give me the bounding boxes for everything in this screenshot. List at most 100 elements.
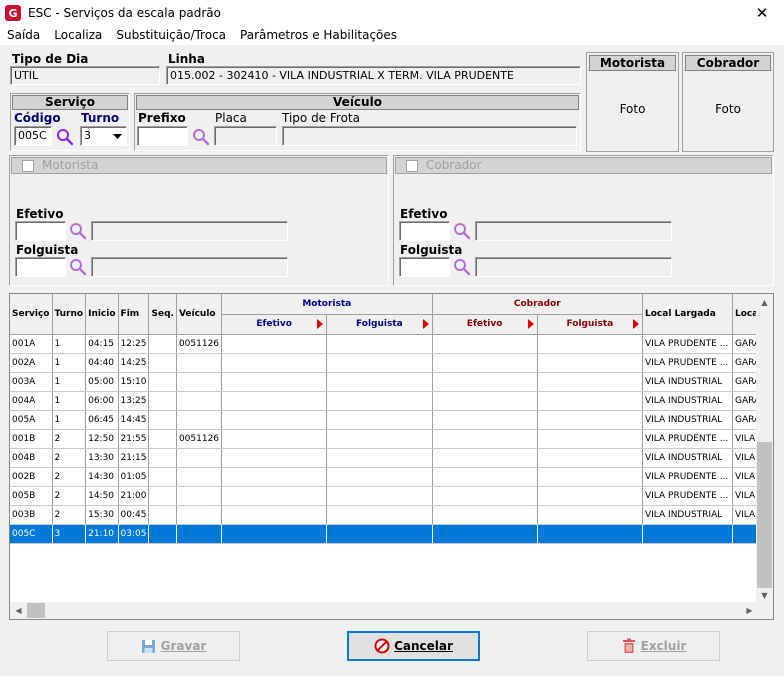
vertical-scrollbar[interactable]: ▲ ▼	[756, 294, 773, 604]
table-cell	[326, 410, 433, 430]
col-cobrador[interactable]: Cobrador	[432, 294, 644, 315]
table-cell	[221, 505, 328, 525]
horizontal-scroll-thumb[interactable]	[27, 603, 45, 618]
cobrador-efetivo-label: Efetivo	[400, 207, 448, 221]
col-veiculo[interactable]: Veículo	[176, 294, 223, 335]
motorista-checkbox[interactable]	[22, 160, 34, 172]
col-local-largada[interactable]: Local Largada	[642, 294, 733, 335]
table-cell	[326, 372, 433, 392]
col-servico[interactable]: Serviço	[10, 294, 53, 335]
table-cell	[221, 353, 328, 373]
table-cell	[537, 410, 644, 430]
col-seq[interactable]: Seq.	[148, 294, 177, 335]
table-cell: 15:10	[118, 372, 150, 392]
table-cell: 21:15	[118, 448, 150, 468]
cobrador-folguista-input[interactable]	[399, 257, 450, 277]
col-motorista-folguista[interactable]: Folguista	[326, 314, 433, 335]
table-row[interactable]: 001A 1 04:15 12:25 0051126 VILA PRUDENTE ... G…	[10, 334, 773, 354]
table-cell	[221, 410, 328, 430]
table-row[interactable]: 004A 1 06:00 13:25 VILA INDUSTRIAL GARAG	[10, 391, 773, 411]
cobrador-photo-box: Cobrador Foto	[682, 52, 774, 152]
table-cell	[148, 505, 177, 525]
table-cell	[432, 372, 538, 392]
search-motorista-efetivo-icon[interactable]	[69, 222, 87, 240]
codigo-input[interactable]: 005C	[14, 126, 52, 146]
table-cell	[221, 334, 328, 354]
gravar-button[interactable]: Gravar	[107, 631, 240, 661]
window-title: ESC - Serviços da escala padrão	[28, 6, 222, 20]
menu-saida[interactable]: Saída	[0, 26, 47, 45]
table-cell	[148, 372, 177, 392]
prefixo-label: Prefixo	[138, 111, 186, 125]
motorista-folguista-input[interactable]	[15, 257, 66, 277]
table-cell: 003A	[10, 372, 53, 392]
scroll-up-icon[interactable]: ▲	[756, 294, 773, 311]
table-row[interactable]: 002B 2 14:30 01:05 VILA PRUDENTE ... VILA IN	[10, 467, 773, 487]
services-grid[interactable]: Serviço Turno Inicio Fim Seq. Veículo Mo…	[9, 293, 774, 620]
col-motorista-efetivo[interactable]: Efetivo	[221, 314, 328, 335]
cobrador-checkbox[interactable]	[406, 160, 418, 172]
chevron-down-icon[interactable]	[111, 130, 124, 143]
table-row[interactable]: 005B 2 14:50 21:00 VILA PRUDENTE ... VILA IN	[10, 486, 773, 506]
table-cell	[432, 448, 538, 468]
table-cell	[221, 429, 328, 449]
linha-label: Linha	[168, 52, 205, 66]
table-cell: 12:25	[118, 334, 150, 354]
menu-parametros[interactable]: Parâmetros e Habilitações	[233, 26, 404, 45]
col-cobrador-folguista[interactable]: Folguista	[537, 314, 644, 335]
save-icon	[141, 638, 157, 654]
table-cell	[432, 486, 538, 506]
table-row[interactable]: 003B 2 15:30 00:45 VILA INDUSTRIAL VILA IN	[10, 505, 773, 525]
prefixo-input[interactable]	[137, 126, 188, 146]
table-cell: 13:30	[85, 448, 119, 468]
horizontal-scrollbar[interactable]: ◀ ▶	[10, 602, 758, 619]
search-cobrador-efetivo-icon[interactable]	[453, 222, 471, 240]
table-cell: 06:45	[85, 410, 119, 430]
table-row[interactable]: 001B 2 12:50 21:55 0051126 VILA PRUDENTE ... V…	[10, 429, 773, 449]
motorista-efetivo-input[interactable]	[15, 221, 66, 241]
search-prefixo-icon[interactable]	[192, 128, 210, 146]
table-cell	[326, 334, 433, 354]
table-row[interactable]: 005A 1 06:45 14:45 VILA INDUSTRIAL GARAG	[10, 410, 773, 430]
sort-arrow-icon	[527, 318, 534, 329]
col-cobrador-efetivo[interactable]: Efetivo	[432, 314, 538, 335]
cobrador-folguista-name	[475, 257, 672, 277]
table-cell: 0051126	[176, 334, 223, 354]
col-turno[interactable]: Turno	[52, 294, 87, 335]
table-row[interactable]: 004B 2 13:30 21:15 VILA INDUSTRIAL VILA IN	[10, 448, 773, 468]
vertical-scroll-thumb[interactable]	[757, 442, 772, 588]
col-fim[interactable]: Fim	[118, 294, 150, 335]
search-codigo-icon[interactable]	[56, 128, 74, 146]
cobrador-checkbox-header[interactable]: Cobrador	[395, 157, 772, 174]
table-cell	[176, 467, 223, 487]
table-cell: 21:00	[118, 486, 150, 506]
excluir-button[interactable]: Excluir	[587, 631, 720, 661]
menu-substituicao-troca[interactable]: Substituição/Troca	[109, 26, 233, 45]
cancelar-label: Cancelar	[394, 639, 453, 653]
title-bar: G ESC - Serviços da escala padrão ✕	[0, 0, 784, 26]
table-cell: 002A	[10, 353, 53, 373]
table-cell	[148, 334, 177, 354]
table-cell	[148, 467, 177, 487]
cobrador-efetivo-input[interactable]	[399, 221, 450, 241]
col-inicio[interactable]: Inicio	[85, 294, 119, 335]
table-row[interactable]: 005C 3 21:10 03:05	[10, 524, 773, 544]
turno-value: 3	[84, 129, 91, 142]
menu-localiza[interactable]: Localiza	[47, 26, 109, 45]
cancelar-button[interactable]: Cancelar	[347, 631, 480, 661]
table-row[interactable]: 002A 1 04:40 14:25 VILA PRUDENTE ... GARAG	[10, 353, 773, 373]
table-cell	[432, 524, 538, 544]
table-row[interactable]: 003A 1 05:00 15:10 VILA INDUSTRIAL GARAG	[10, 372, 773, 392]
tipo-frota-field	[282, 126, 577, 146]
col-motorista[interactable]: Motorista	[221, 294, 433, 315]
scroll-left-icon[interactable]: ◀	[10, 602, 27, 619]
sort-arrow-icon	[422, 318, 429, 329]
cobrador-photo-caption: Foto	[715, 102, 741, 116]
table-cell	[432, 391, 538, 411]
search-cobrador-folguista-icon[interactable]	[453, 258, 471, 276]
turno-select[interactable]: 3	[80, 126, 127, 146]
motorista-checkbox-header[interactable]: Motorista	[11, 157, 387, 174]
close-icon[interactable]: ✕	[740, 0, 784, 26]
table-cell: 001B	[10, 429, 53, 449]
search-motorista-folguista-icon[interactable]	[69, 258, 87, 276]
